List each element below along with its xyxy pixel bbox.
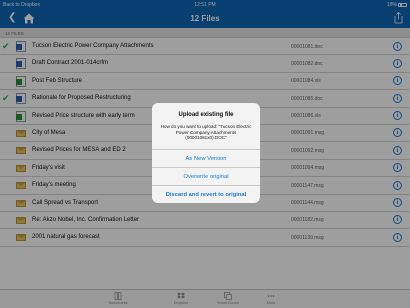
- discard-and-revert-button[interactable]: Discard and revert to original: [152, 185, 260, 203]
- dialog-message: How do you want to upload: "Tucson Elect…: [160, 124, 252, 141]
- as-new-version-button[interactable]: As New Version: [152, 149, 260, 167]
- upload-dialog: Upload existing file How do you want to …: [152, 103, 260, 203]
- overwrite-original-button[interactable]: Overwrite original: [152, 167, 260, 185]
- dialog-title: Upload existing file: [178, 112, 234, 118]
